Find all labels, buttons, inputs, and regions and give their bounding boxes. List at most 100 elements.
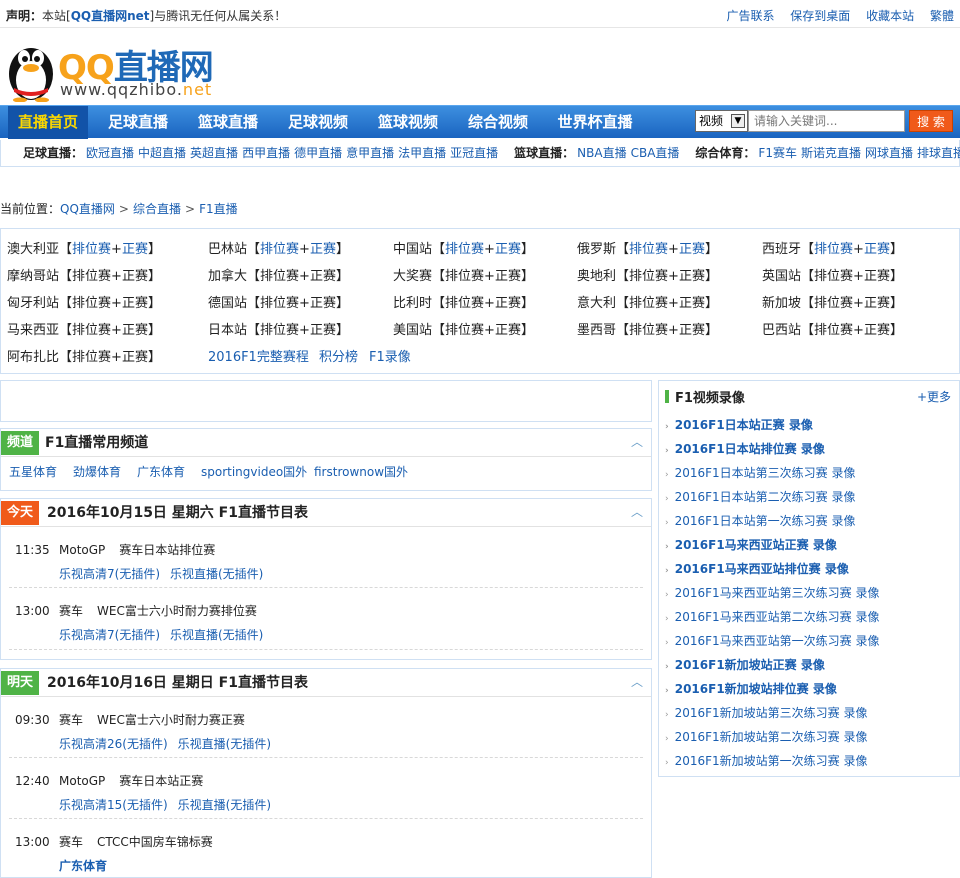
stream-link[interactable]: 广东体育 (59, 859, 107, 873)
search-type-select[interactable]: 视频 ▼ (695, 110, 748, 132)
channel-link[interactable]: sportingvideo国外 (201, 463, 307, 480)
subnav-link[interactable]: 欧冠直播 (86, 146, 134, 160)
subnav-link[interactable]: 斯诺克直播 (801, 146, 861, 160)
stream-link[interactable]: 乐视直播(无插件) (170, 567, 263, 581)
race-link[interactable]: 正赛 (122, 242, 148, 257)
qualifying-link[interactable]: 排位赛 (72, 242, 111, 257)
qualifying-link[interactable]: 排位赛 (814, 296, 853, 311)
video-link[interactable]: › 2016F1新加坡站第二次练习赛 录像 (665, 728, 868, 745)
video-link[interactable]: › 2016F1马来西亚站第二次练习赛 录像 (665, 608, 880, 625)
subnav-link[interactable]: 英超直播 (190, 146, 238, 160)
breadcrumb-category[interactable]: 综合直播 (133, 202, 181, 216)
channel-link[interactable]: firstrownow国外 (314, 463, 408, 480)
disclaimer-site-link[interactable]: QQ直播网net (71, 9, 150, 23)
channel-link[interactable]: 五星体育 (9, 463, 57, 480)
collapse-icon[interactable]: ︿ (631, 673, 643, 690)
race-link[interactable]: 正赛 (864, 323, 890, 338)
qualifying-link[interactable]: 排位赛 (445, 296, 484, 311)
qualifying-link[interactable]: 排位赛 (445, 269, 484, 284)
video-link[interactable]: › 2016F1马来西亚站排位赛 录像 (665, 560, 849, 577)
video-link[interactable]: › 2016F1日本站第二次练习赛 录像 (665, 488, 856, 505)
video-link[interactable]: › 2016F1新加坡站排位赛 录像 (665, 680, 837, 697)
race-link[interactable]: 正赛 (122, 296, 148, 311)
race-link[interactable]: 正赛 (864, 269, 890, 284)
race-link[interactable]: 正赛 (122, 269, 148, 284)
subnav-link[interactable]: 网球直播 (865, 146, 913, 160)
qualifying-link[interactable]: 排位赛 (260, 296, 299, 311)
nav-item-home[interactable]: 直播首页 (8, 106, 88, 139)
video-link[interactable]: › 2016F1新加坡站正赛 录像 (665, 656, 825, 673)
subnav-link[interactable]: CBA直播 (631, 146, 680, 160)
nav-item-basketball-video[interactable]: 篮球视频 (368, 106, 448, 139)
race-link[interactable]: 正赛 (310, 323, 336, 338)
video-link[interactable]: › 2016F1马来西亚站第一次练习赛 录像 (665, 632, 880, 649)
nav-item-worldcup-live[interactable]: 世界杯直播 (548, 106, 642, 139)
race-link[interactable]: 正赛 (679, 323, 705, 338)
qualifying-link[interactable]: 排位赛 (445, 323, 484, 338)
race-link[interactable]: 正赛 (310, 242, 336, 257)
qualifying-link[interactable]: 排位赛 (629, 242, 668, 257)
video-link[interactable]: › 2016F1日本站第一次练习赛 录像 (665, 512, 856, 529)
collapse-icon[interactable]: ︿ (631, 503, 643, 520)
qualifying-link[interactable]: 排位赛 (629, 269, 668, 284)
race-link[interactable]: 正赛 (495, 242, 521, 257)
video-link[interactable]: › 2016F1日本站正赛 录像 (665, 416, 813, 433)
race-extra-link[interactable]: F1录像 (369, 346, 411, 365)
nav-item-football-live[interactable]: 足球直播 (98, 106, 178, 139)
subnav-link[interactable]: 中超直播 (138, 146, 186, 160)
subnav-link[interactable]: 德甲直播 (294, 146, 342, 160)
qualifying-link[interactable]: 排位赛 (445, 242, 484, 257)
video-link[interactable]: › 2016F1马来西亚站正赛 录像 (665, 536, 837, 553)
race-link[interactable]: 正赛 (864, 296, 890, 311)
video-link[interactable]: › 2016F1日本站排位赛 录像 (665, 440, 825, 457)
race-link[interactable]: 正赛 (679, 242, 705, 257)
stream-link[interactable]: 乐视高清7(无插件) (59, 567, 160, 581)
subnav-link[interactable]: 排球直播 (917, 146, 960, 160)
qualifying-link[interactable]: 排位赛 (72, 269, 111, 284)
race-link[interactable]: 正赛 (122, 323, 148, 338)
nav-item-football-video[interactable]: 足球视频 (278, 106, 358, 139)
qualifying-link[interactable]: 排位赛 (629, 296, 668, 311)
breadcrumb-home[interactable]: QQ直播网 (60, 202, 115, 216)
stream-link[interactable]: 乐视高清26(无插件) (59, 737, 168, 751)
video-link[interactable]: › 2016F1马来西亚站第三次练习赛 录像 (665, 584, 880, 601)
race-link[interactable]: 正赛 (679, 296, 705, 311)
site-logo[interactable]: QQ直播网 www.qqzhibo.net (4, 36, 230, 102)
subnav-link[interactable]: F1赛车 (758, 146, 797, 160)
subnav-link[interactable]: NBA直播 (577, 146, 626, 160)
more-link[interactable]: +更多 (917, 388, 951, 405)
stream-link[interactable]: 乐视高清15(无插件) (59, 798, 168, 812)
qualifying-link[interactable]: 排位赛 (260, 269, 299, 284)
qualifying-link[interactable]: 排位赛 (72, 323, 111, 338)
video-link[interactable]: › 2016F1日本站第三次练习赛 录像 (665, 464, 856, 481)
nav-item-basketball-live[interactable]: 篮球直播 (188, 106, 268, 139)
subnav-link[interactable]: 法甲直播 (398, 146, 446, 160)
race-extra-link[interactable]: 积分榜 (319, 346, 358, 365)
channel-link[interactable]: 劲爆体育 (73, 463, 121, 480)
race-extra-link[interactable]: 2016F1完整赛程 (208, 346, 309, 365)
stream-link[interactable]: 乐视直播(无插件) (178, 737, 271, 751)
video-link[interactable]: › 2016F1新加坡站第三次练习赛 录像 (665, 704, 868, 721)
qualifying-link[interactable]: 排位赛 (814, 269, 853, 284)
race-link[interactable]: 正赛 (310, 269, 336, 284)
race-link[interactable]: 正赛 (679, 269, 705, 284)
qualifying-link[interactable]: 排位赛 (629, 323, 668, 338)
subnav-link[interactable]: 意甲直播 (346, 146, 394, 160)
race-link[interactable]: 正赛 (495, 296, 521, 311)
race-link[interactable]: 正赛 (122, 350, 148, 365)
stream-link[interactable]: 乐视高清7(无插件) (59, 628, 160, 642)
bookmark-link[interactable]: 收藏本站 (866, 9, 914, 23)
race-link[interactable]: 正赛 (310, 296, 336, 311)
traditional-chinese-link[interactable]: 繁體 (930, 9, 954, 23)
collapse-icon[interactable]: ︿ (631, 433, 643, 450)
qualifying-link[interactable]: 排位赛 (814, 323, 853, 338)
search-button[interactable]: 搜 索 (909, 110, 953, 132)
subnav-link[interactable]: 亚冠直播 (450, 146, 498, 160)
search-input[interactable]: 请输入关键词... (748, 110, 905, 132)
qualifying-link[interactable]: 排位赛 (814, 242, 853, 257)
ad-contact-link[interactable]: 广告联系 (726, 9, 774, 23)
qualifying-link[interactable]: 排位赛 (260, 242, 299, 257)
stream-link[interactable]: 乐视直播(无插件) (170, 628, 263, 642)
qualifying-link[interactable]: 排位赛 (72, 296, 111, 311)
qualifying-link[interactable]: 排位赛 (72, 350, 111, 365)
